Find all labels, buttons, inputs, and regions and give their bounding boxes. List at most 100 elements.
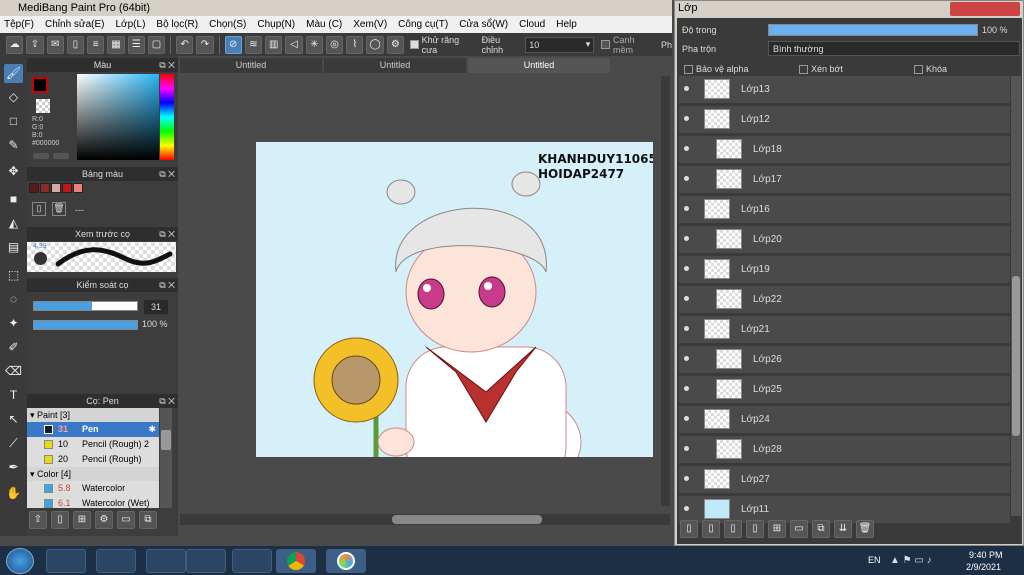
radial-snap-icon[interactable]: ✳ <box>305 35 323 54</box>
pen-tool-icon[interactable]: ✎ <box>4 136 23 155</box>
brush-settings-icon[interactable]: ✱ <box>148 422 156 437</box>
tab-untitled-2[interactable]: Untitled <box>324 58 466 73</box>
comment-icon[interactable]: ✉ <box>46 35 64 54</box>
protect-alpha-checkbox[interactable] <box>684 65 693 74</box>
magic-wand-icon[interactable]: ✦ <box>4 314 23 333</box>
brush-item-watercolor[interactable]: 5.8 Watercolor <box>27 481 159 496</box>
operation-tool-icon[interactable]: ↖ <box>4 410 23 429</box>
brush-size-slider[interactable] <box>33 301 138 311</box>
eye-icon[interactable] <box>684 176 689 181</box>
brush-item-pen[interactable]: 31 Pen ✱ <box>27 422 159 437</box>
fill-rect-tool-icon[interactable]: ■ <box>4 190 23 209</box>
panel-close-icon[interactable]: ⧉ ✕ <box>159 58 175 72</box>
soft-edge-checkbox[interactable] <box>601 40 610 49</box>
folder-icon[interactable]: ▭ <box>790 520 808 538</box>
new-file-icon[interactable]: ▯ <box>66 35 85 54</box>
brush-group-color[interactable]: ▾ Color [4] <box>27 467 159 481</box>
eraser-tool-icon[interactable]: ◇ <box>4 88 23 107</box>
layers-scrollbar[interactable] <box>1011 76 1021 516</box>
palette-swatch[interactable] <box>73 183 83 193</box>
eye-icon[interactable] <box>684 146 689 151</box>
brush-list-scrollbar[interactable] <box>160 408 172 508</box>
eye-icon[interactable] <box>684 266 689 271</box>
opacity-slider[interactable] <box>768 24 978 36</box>
redo-icon[interactable]: ↷ <box>196 35 214 54</box>
tray-icons[interactable]: ▲ ⚑ ▭ ♪ <box>890 555 932 566</box>
settings-icon[interactable]: ⚙ <box>386 35 404 54</box>
window-controls[interactable] <box>950 2 1020 16</box>
eye-icon[interactable] <box>684 476 689 481</box>
text-tool-icon[interactable]: T <box>4 386 23 405</box>
clock-date[interactable]: 2/9/2021 <box>966 562 1001 572</box>
brush-item-pencil-rough-2[interactable]: 10 Pencil (Rough) 2 <box>27 437 159 452</box>
delete-layer-icon[interactable]: 🗑 <box>856 520 874 538</box>
lasso-tool-icon[interactable]: ◌ <box>4 290 23 309</box>
brush-settings-icon[interactable]: ⚙ <box>95 511 113 529</box>
antialias-checkbox[interactable] <box>409 40 419 49</box>
upload-brush-icon[interactable]: ⇧ <box>29 511 47 529</box>
rectangle-tool-icon[interactable]: □ <box>4 112 23 131</box>
add-layer-menu-icon[interactable]: ⊞ <box>768 520 786 538</box>
hand-tool-icon[interactable]: ✋ <box>4 484 23 503</box>
brush-opacity-slider[interactable] <box>33 320 138 330</box>
panel-close-icon[interactable]: ⧉ ✕ <box>159 227 175 241</box>
perspective-snap-icon[interactable]: ◁ <box>285 35 303 54</box>
new-8bit-layer-icon[interactable]: ▯ <box>724 520 742 538</box>
add-brush-icon[interactable]: ⊞ <box>73 511 91 529</box>
transparent-color[interactable] <box>36 99 50 113</box>
menu-snap[interactable]: Chụp(N) <box>257 19 295 30</box>
palette-swatch[interactable] <box>51 183 61 193</box>
taskbar-app-pencil-icon[interactable] <box>46 549 86 573</box>
blend-dropdown[interactable]: Bình thường <box>768 41 1020 56</box>
folder-icon[interactable]: ▭ <box>117 511 135 529</box>
snap-off-icon[interactable]: ⊘ <box>224 35 242 54</box>
menu-help[interactable]: Help <box>556 19 577 30</box>
curve-snap-icon[interactable]: ⌇ <box>346 35 364 54</box>
taskbar-app-media-icon[interactable] <box>186 549 226 573</box>
eye-icon[interactable] <box>684 296 689 301</box>
parallel-snap-icon[interactable]: ≋ <box>244 35 263 54</box>
saturation-value-field[interactable] <box>77 74 159 160</box>
new-halftone-layer-icon[interactable]: ▯ <box>702 520 720 538</box>
taskbar-app-explorer-icon[interactable] <box>146 549 186 573</box>
cloud-icon[interactable]: ☁ <box>6 35 24 54</box>
canvas-vertical-scrollbar[interactable] <box>661 76 670 506</box>
eye-icon[interactable] <box>684 86 689 91</box>
menu-file[interactable]: Tệp(F) <box>4 19 34 30</box>
scroll-thumb[interactable] <box>392 515 542 524</box>
palette-swatch[interactable] <box>40 183 50 193</box>
taskbar-app-ie-icon[interactable] <box>96 549 136 573</box>
artwork-canvas[interactable]: KHANHDUY11065 HOIDAP2477 <box>256 142 653 457</box>
scroll-thumb[interactable] <box>1012 276 1020 436</box>
language-indicator[interactable]: EN <box>868 555 881 565</box>
lock-checkbox[interactable] <box>914 65 923 74</box>
new-brush-icon[interactable]: ▯ <box>51 511 69 529</box>
menu-filter[interactable]: Bộ lọc(R) <box>156 19 198 30</box>
eye-icon[interactable] <box>684 236 689 241</box>
grid-snap-icon[interactable]: ▥ <box>265 35 283 54</box>
copy-brush-icon[interactable]: ⧉ <box>139 511 157 529</box>
menu-cloud[interactable]: Cloud <box>519 19 545 30</box>
brush-group-paint[interactable]: ▾ Paint [3] <box>27 408 159 422</box>
panel-close-icon[interactable]: ⧉ ✕ <box>159 167 175 181</box>
eye-icon[interactable] <box>684 116 689 121</box>
palette-add-icon[interactable]: ▯ <box>32 202 46 216</box>
menu-layer[interactable]: Lớp(L) <box>116 19 146 30</box>
menu-edit[interactable]: Chỉnh sửa(E) <box>45 19 105 30</box>
menu-tools[interactable]: Công cụ(T) <box>398 19 448 30</box>
new-1bit-layer-icon[interactable]: ▯ <box>746 520 764 538</box>
document-icon[interactable]: ≡ <box>87 35 105 54</box>
tab-untitled-3[interactable]: Untitled <box>468 58 610 73</box>
menu-color[interactable]: Màu (C) <box>306 19 342 30</box>
undo-icon[interactable]: ↶ <box>176 35 194 54</box>
divide-tool-icon[interactable]: ⟋ <box>4 434 23 453</box>
start-button[interactable] <box>6 548 34 574</box>
taskbar-app-garden-icon[interactable] <box>232 549 272 573</box>
select-tool-icon[interactable]: ⬚ <box>4 266 23 285</box>
taskbar-app-chrome-icon[interactable] <box>276 549 316 573</box>
brush-item-watercolor-wet[interactable]: 6.1 Watercolor (Wet) <box>27 496 159 508</box>
layout-icon[interactable]: ▦ <box>107 35 125 54</box>
eye-icon[interactable] <box>684 386 689 391</box>
menu-view[interactable]: Xem(V) <box>353 19 387 30</box>
merge-layer-icon[interactable]: ⇊ <box>834 520 852 538</box>
